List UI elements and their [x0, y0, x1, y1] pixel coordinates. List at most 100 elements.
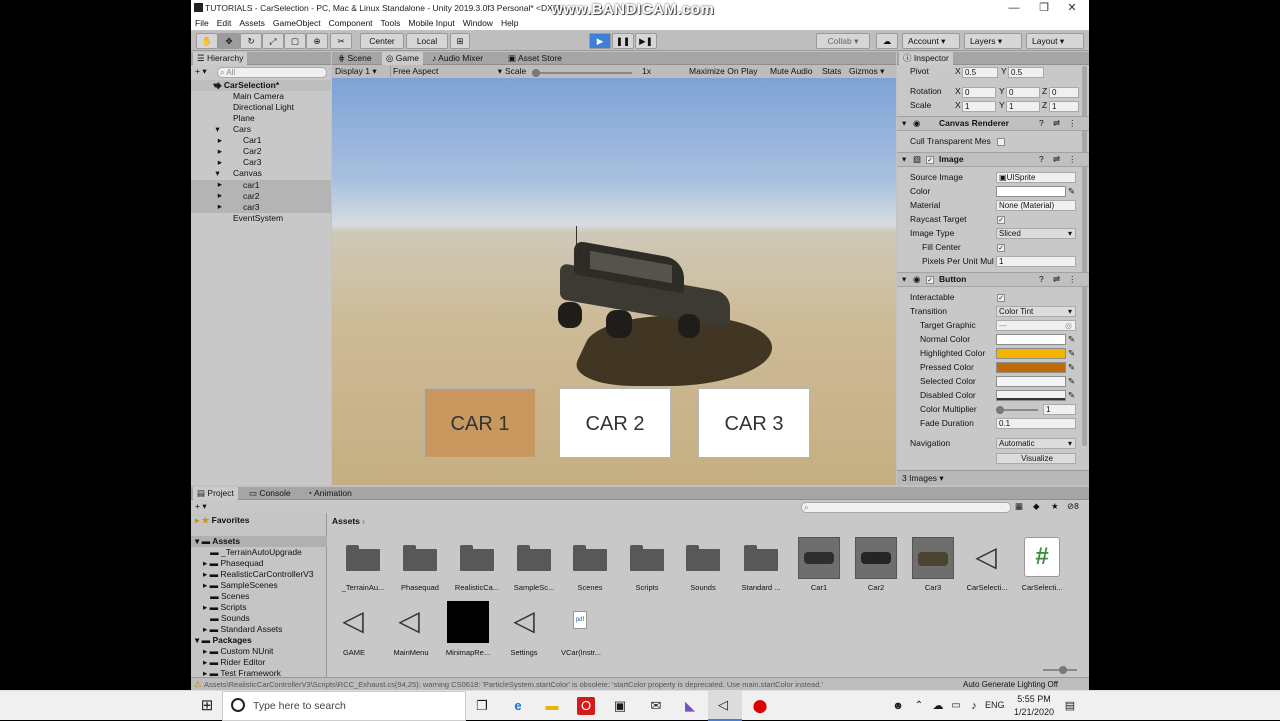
target-graphic-field[interactable]: — ◎	[996, 320, 1076, 331]
stats-toggle[interactable]: Stats	[822, 66, 841, 77]
images-dropdown[interactable]: 3 Images ▾	[902, 473, 944, 484]
pivot-center-button[interactable]: Center	[360, 33, 404, 49]
people-icon[interactable]: ☻	[889, 697, 907, 715]
hierarchy-search-input[interactable]: ⌕ All	[217, 67, 327, 78]
tree-folder[interactable]: ▸ ▬ Custom NUnit	[203, 646, 273, 657]
filter-type-icon[interactable]: ▦	[1015, 501, 1023, 512]
menu-tools[interactable]: Tools	[381, 18, 401, 28]
color-multiplier-slider[interactable]	[996, 406, 1038, 414]
pivot-x-field[interactable]: 0.5	[962, 67, 998, 78]
maximize-on-play-toggle[interactable]: Maximize On Play	[689, 66, 758, 77]
car1-button[interactable]: CAR 1	[424, 388, 536, 458]
tab-inspector[interactable]: ⓘ Inspector	[899, 52, 953, 65]
gizmos-dropdown[interactable]: Gizmos ▾	[849, 66, 884, 77]
tree-folder[interactable]: ▸ ▬ Phasequad	[203, 558, 264, 569]
car-prefab-thumbnail[interactable]	[912, 537, 954, 579]
store-icon[interactable]: ▣	[611, 697, 629, 715]
step-button[interactable]: ▶❚	[635, 33, 657, 49]
layers-dropdown[interactable]: Layers ▾	[964, 33, 1022, 49]
project-zoom-slider[interactable]	[1043, 666, 1077, 674]
tree-folder[interactable]: ▸ ▬ Standard Assets	[203, 624, 282, 635]
close-button[interactable]: ✕	[1057, 0, 1087, 16]
more-icon[interactable]: ⋮	[1068, 274, 1077, 285]
windows-start-icon[interactable]: ⊞	[198, 697, 216, 715]
help-icon[interactable]: ?	[1039, 154, 1044, 165]
menu-file[interactable]: File	[195, 18, 209, 28]
image-enabled-checkbox[interactable]: ✓	[926, 156, 934, 164]
cull-transparent-checkbox[interactable]	[997, 138, 1005, 146]
pressed-color-swatch[interactable]	[996, 362, 1066, 373]
highlighted-color-swatch[interactable]	[996, 348, 1066, 359]
rotate-tool-button[interactable]: ↻	[240, 33, 262, 49]
tab-game[interactable]: ◎ Game	[382, 52, 423, 65]
tree-folder[interactable]: ▸ ▬ RealisticCarControllerV3	[203, 569, 314, 580]
color-swatch[interactable]	[996, 186, 1066, 197]
grid-snap-button[interactable]: ⊞	[450, 33, 470, 49]
more-icon[interactable]: ⋮	[1068, 154, 1077, 165]
breadcrumb[interactable]: Assets ›	[332, 516, 365, 527]
preset-icon[interactable]: ⇌	[1053, 118, 1060, 129]
tree-folder[interactable]: ▸ ▬ Scripts	[203, 602, 247, 613]
preset-icon[interactable]: ⇌	[1053, 274, 1060, 285]
unity-taskbar-active[interactable]: ◁	[708, 691, 742, 721]
minimize-button[interactable]: —	[999, 0, 1029, 16]
source-image-field[interactable]: ▣UISprite	[996, 172, 1076, 183]
folder-icon[interactable]	[573, 545, 607, 571]
mail-icon[interactable]: ✉	[647, 697, 665, 715]
tab-asset-store[interactable]: ▣ Asset Store	[504, 52, 566, 65]
unity-scene-icon[interactable]: ◁	[391, 603, 427, 639]
tree-folder[interactable]: ▬ Sounds	[203, 613, 250, 624]
hierarchy-item[interactable]: Car3	[243, 157, 261, 168]
interactable-checkbox[interactable]: ✓	[997, 294, 1005, 302]
hierarchy-item[interactable]: car3	[243, 202, 260, 213]
csharp-script-icon[interactable]: #	[1024, 537, 1060, 577]
eyedropper-icon[interactable]: ✎	[1068, 186, 1075, 197]
project-create-button[interactable]: + ▾	[195, 501, 207, 512]
pixels-per-unit-field[interactable]: 1	[996, 256, 1076, 267]
hidden-packages-badge[interactable]: ⊘8	[1067, 501, 1079, 512]
hierarchy-item[interactable]: Car2	[243, 146, 261, 157]
edge-icon[interactable]: e	[509, 697, 527, 715]
status-message[interactable]: Assets\RealisticCarControllerV3\Scripts\…	[204, 679, 944, 690]
file-explorer-icon[interactable]: ▬	[543, 697, 561, 715]
selected-color-swatch[interactable]	[996, 376, 1066, 387]
eyedropper-icon[interactable]: ✎	[1068, 376, 1075, 387]
network-icon[interactable]: ▭	[947, 697, 965, 715]
scene-row[interactable]: ◈ CarSelection*	[191, 80, 331, 91]
fade-duration-field[interactable]: 0.1	[996, 418, 1076, 429]
preset-icon[interactable]: ⇌	[1053, 154, 1060, 165]
pivot-local-button[interactable]: Local	[406, 33, 448, 49]
bandicam-icon[interactable]: ⬤	[751, 697, 769, 715]
car-prefab-thumbnail[interactable]	[798, 537, 840, 579]
pdf-file-icon[interactable]: pdf	[573, 611, 587, 629]
hierarchy-item[interactable]: Plane	[233, 113, 255, 124]
tab-console[interactable]: ▭ Console	[245, 487, 295, 500]
layout-dropdown[interactable]: Layout ▾	[1026, 33, 1084, 49]
menu-component[interactable]: Component	[329, 18, 373, 28]
folder-icon[interactable]	[630, 545, 664, 571]
show-hidden-icons[interactable]: ⌃	[910, 697, 928, 715]
folder-icon[interactable]	[686, 545, 720, 571]
car-prefab-thumbnail[interactable]	[855, 537, 897, 579]
move-tool-button[interactable]: ✥	[218, 33, 240, 49]
color-multiplier-thumb[interactable]	[996, 406, 1004, 414]
menu-help[interactable]: Help	[501, 18, 518, 28]
hierarchy-item[interactable]: Canvas	[233, 168, 262, 179]
tree-folder[interactable]: ▸ ▬ SampleScenes	[203, 580, 278, 591]
custom-tool-button[interactable]: ✂	[330, 33, 352, 49]
image-type-dropdown[interactable]: Sliced ▾	[996, 228, 1076, 239]
project-search-input[interactable]: ⌕	[801, 502, 1011, 513]
folder-icon[interactable]	[346, 545, 380, 571]
scale-slider-thumb[interactable]	[532, 69, 540, 77]
raycast-target-checkbox[interactable]: ✓	[997, 216, 1005, 224]
material-field[interactable]: None (Material)	[996, 200, 1076, 211]
favorites-item[interactable]: ▸ ★ Favorites	[195, 515, 249, 526]
maximize-button[interactable]: ❐	[1029, 0, 1059, 16]
transition-dropdown[interactable]: Color Tint ▾	[996, 306, 1076, 317]
display-dropdown[interactable]: Display 1 ▾	[335, 66, 377, 77]
menu-assets[interactable]: Assets	[239, 18, 265, 28]
button-header[interactable]: ▾ ◉ ✓ Button ? ⇌ ⋮	[897, 272, 1089, 287]
tab-scene[interactable]: ⋕ Scene	[334, 52, 376, 65]
button-enabled-checkbox[interactable]: ✓	[926, 276, 934, 284]
lighting-status[interactable]: Auto Generate Lighting Off	[963, 679, 1058, 690]
